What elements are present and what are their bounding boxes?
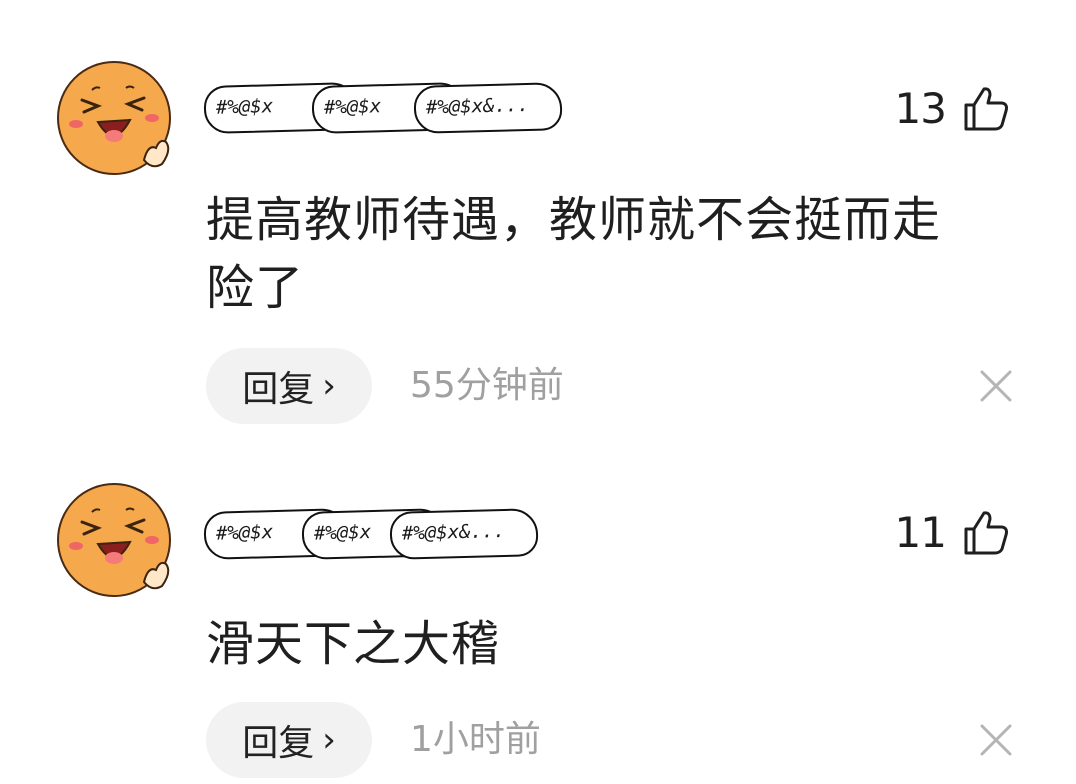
reply-label: 回复: [242, 723, 315, 764]
chevron-right-icon: ›: [322, 366, 336, 406]
username-badge: #%@$x&...: [389, 508, 539, 560]
timestamp: 55分钟前: [410, 365, 564, 406]
username-badges[interactable]: #%@$x #%@$x #%@$x&...: [203, 508, 564, 560]
like-count: 13: [894, 84, 947, 133]
like-button[interactable]: 13: [895, 84, 1010, 133]
comment-text-line: 提高教师待遇，教师就不会挺而走: [206, 192, 942, 248]
reply-button[interactable]: 回复 ›: [206, 348, 372, 424]
comment-text: 提高教师待遇，教师就不会挺而走 险了: [206, 186, 1036, 322]
comment-text: 滑天下之大稽: [206, 610, 1036, 678]
like-count: 11: [894, 508, 947, 557]
thumbs-up-icon[interactable]: [962, 85, 1010, 133]
like-button[interactable]: 11: [895, 508, 1010, 557]
timestamp: 1小时前: [410, 719, 541, 760]
reply-button[interactable]: 回复 ›: [206, 702, 372, 778]
chevron-right-icon: ›: [322, 720, 336, 760]
avatar[interactable]: [56, 482, 172, 598]
comment-text-line: 滑天下之大稽: [206, 616, 501, 672]
close-icon[interactable]: [978, 368, 1014, 404]
close-icon[interactable]: [978, 722, 1014, 758]
thumbs-up-icon[interactable]: [962, 509, 1010, 557]
reply-label: 回复: [242, 369, 315, 410]
comment-text-line: 险了: [206, 260, 305, 316]
username-badges[interactable]: #%@$x #%@$x #%@$x&...: [203, 81, 564, 135]
avatar[interactable]: [56, 60, 172, 176]
username-badge: #%@$x&...: [413, 82, 563, 134]
